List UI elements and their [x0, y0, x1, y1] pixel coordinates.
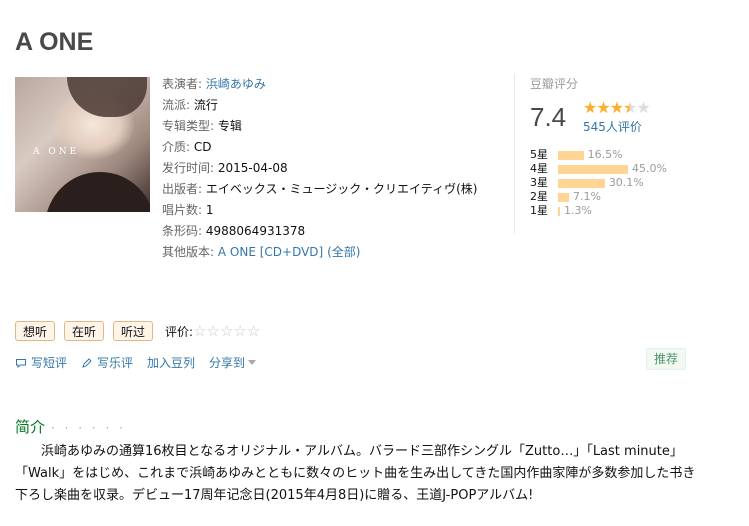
- star-full-icon: ★: [609, 98, 624, 117]
- medium-label: 介质:: [162, 140, 191, 154]
- info-barcode-row: 条形码: 4988064931378: [162, 221, 492, 242]
- medium-value: CD: [193, 140, 212, 154]
- rating-dist-percent: 1.3%: [564, 204, 592, 217]
- rating-dist-label: 4星: [530, 162, 548, 175]
- star-full-icon: ★: [583, 98, 597, 117]
- info-album-type-row: 专辑类型: 专辑: [162, 116, 492, 137]
- rating-label: 豆瓣评分: [530, 77, 579, 91]
- rating-count-link[interactable]: 545人评价: [583, 118, 642, 135]
- rating-dist-percent: 30.1%: [608, 176, 644, 189]
- listened-button[interactable]: 听过: [113, 321, 154, 341]
- genre-label: 流派:: [162, 98, 191, 112]
- intro-heading: 简介 · · · · · ·: [15, 416, 126, 437]
- rating-dist-label: 5星: [530, 148, 548, 161]
- cover-hair-shape: [67, 77, 147, 117]
- pencil-icon: [82, 357, 92, 368]
- info-genre-row: 流派: 流行: [162, 95, 492, 116]
- performer-link[interactable]: 浜崎あゆみ: [206, 77, 266, 91]
- chevron-down-icon: [248, 360, 257, 365]
- barcode-label: 条形码:: [162, 224, 203, 238]
- add-to-list-link[interactable]: 加入豆列: [147, 354, 195, 371]
- write-short-review-label: 写短评: [31, 356, 68, 370]
- rating-dist-percent: 45.0%: [632, 162, 667, 175]
- album-cover-image[interactable]: A ONE: [15, 77, 150, 212]
- intro-heading-text: 简介: [15, 418, 46, 436]
- listening-button[interactable]: 在听: [64, 321, 105, 341]
- recommend-button[interactable]: 推荐: [646, 348, 687, 370]
- info-other-versions-row: 其他版本: A ONE [CD+DVD] (全部): [162, 242, 492, 263]
- performer-label: 表演者:: [162, 77, 203, 91]
- rating-dist-bar: [558, 207, 561, 216]
- rating-dist-label: 2星: [530, 190, 548, 203]
- share-label: 分享到: [209, 356, 246, 370]
- rating-score: 7.4: [530, 102, 567, 132]
- write-review-label: 写乐评: [97, 356, 134, 370]
- rate-label: 评价:: [165, 324, 194, 339]
- want-to-listen-button[interactable]: 想听: [15, 321, 56, 341]
- rating-stars: ★★★★★: [583, 98, 651, 117]
- other-versions-label: 其他版本:: [162, 245, 215, 259]
- release-value: 2015-04-08: [217, 161, 288, 175]
- page-title: A ONE: [15, 28, 94, 56]
- release-label: 发行时间:: [162, 161, 215, 175]
- cover-logo-text: A ONE: [33, 147, 80, 157]
- info-discs-row: 唱片数: 1: [162, 200, 492, 221]
- info-medium-row: 介质: CD: [162, 137, 492, 158]
- write-short-review-link[interactable]: 写短评: [15, 354, 67, 371]
- rating-dist-percent: 7.1%: [573, 190, 601, 203]
- genre-value: 流行: [193, 98, 218, 112]
- rating-dist-percent: 16.5%: [587, 148, 623, 161]
- discs-label: 唱片数:: [162, 203, 203, 217]
- intro-text: 浜崎あゆみの通算16枚目となるオリジナル・アルバム。バラード三部作シングル「Zu…: [15, 444, 696, 503]
- all-versions-link[interactable]: (全部): [327, 245, 360, 259]
- album-info: 表演者: 浜崎あゆみ 流派: 流行 专辑类型: 专辑 介质: CD 发行时间: …: [162, 74, 492, 263]
- publisher-value: エイベックス・ミュージック・クリエイティヴ(株): [205, 182, 478, 196]
- rating-panel: 豆瓣评分 7.4 ★★★★★ 545人评价 5星 16.5% 4星 45.0% 3星 30…: [514, 74, 674, 234]
- write-review-link[interactable]: 写乐评: [81, 354, 133, 371]
- rating-dist-bar: [558, 193, 570, 202]
- album-type-value: 专辑: [217, 119, 242, 133]
- discs-value: 1: [205, 203, 214, 217]
- album-type-label: 专辑类型:: [162, 119, 215, 133]
- comment-icon: [16, 358, 26, 368]
- rating-dist-bar: [558, 179, 605, 188]
- rating-dist-bar: [558, 151, 584, 160]
- info-performer-row: 表演者: 浜崎あゆみ: [162, 74, 492, 95]
- barcode-value: 4988064931378: [205, 224, 306, 238]
- info-release-row: 发行时间: 2015-04-08: [162, 158, 492, 179]
- info-publisher-row: 出版者: エイベックス・ミュージック・クリエイティヴ(株): [162, 179, 492, 200]
- rating-dist-label: 1星: [530, 204, 548, 217]
- rating-dist-label: 3星: [530, 176, 548, 189]
- star-full-icon: ★: [596, 98, 610, 117]
- cover-dress-shape: [45, 172, 150, 212]
- rate-stars-input[interactable]: ☆☆☆☆☆: [193, 322, 260, 340]
- rating-dist-bar: [558, 165, 628, 174]
- star-half-icon: ★: [623, 98, 637, 117]
- star-empty-icon: ★: [636, 98, 650, 117]
- other-version-link[interactable]: A ONE [CD+DVD]: [218, 245, 323, 259]
- collect-actions: 想听 在听 听过 评价: ☆☆☆☆☆: [15, 320, 260, 342]
- intro-heading-dots: · · · · · ·: [51, 421, 126, 435]
- add-to-list-label: 加入豆列: [147, 356, 196, 370]
- publisher-label: 出版者:: [162, 182, 203, 196]
- action-links: 写短评 写乐评 加入豆列 分享到: [15, 354, 270, 371]
- share-dropdown[interactable]: 分享到: [209, 354, 257, 371]
